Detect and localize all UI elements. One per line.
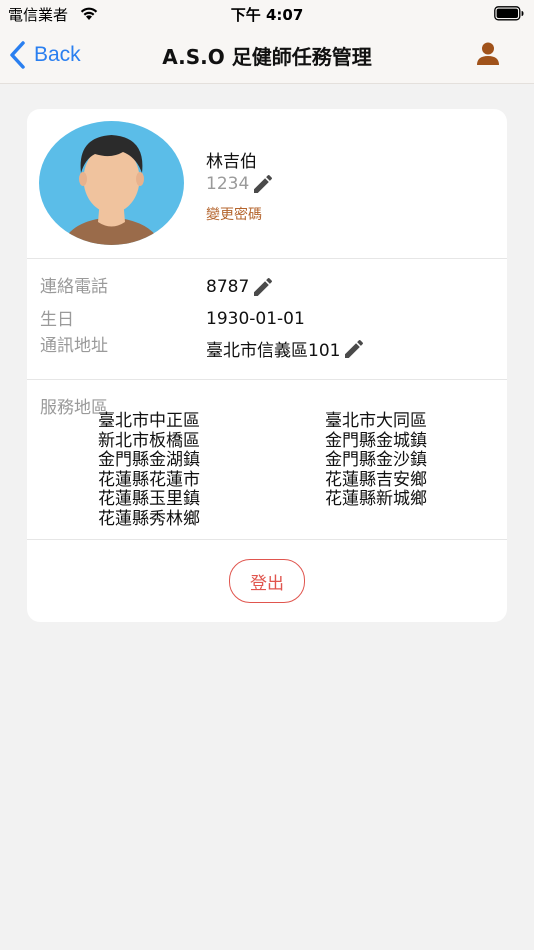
edit-phone-pencil-icon[interactable]	[251, 275, 275, 299]
battery-icon	[494, 6, 524, 21]
phone-value: 8787	[206, 277, 250, 297]
service-areas-right-list: 臺北市大同區 金門縣金城鎮 金門縣金沙鎮 花蓮縣吉安鄉 花蓮縣新城鄉	[325, 411, 427, 510]
avatar	[39, 121, 184, 245]
divider	[27, 379, 507, 380]
service-area-item: 花蓮縣新城鄉	[325, 489, 427, 509]
phone-label: 連絡電話	[40, 277, 108, 297]
logout-button[interactable]: 登出	[229, 559, 305, 603]
service-area-item: 新北市板橋區	[98, 430, 200, 451]
user-id: 1234	[206, 174, 250, 194]
page-title: A.S.O 足健師任務管理	[162, 45, 372, 69]
divider	[27, 258, 507, 259]
user-id-row: 1234	[206, 171, 275, 197]
birthday-value: 1930-01-01	[206, 309, 305, 329]
service-areas-left-list: 臺北市中正區 新北市板橋區 金門縣金湖鎮 花蓮縣花蓮市 花蓮縣玉里鎮 花蓮縣秀林…	[98, 411, 200, 529]
phone-row: 8787	[206, 275, 275, 299]
navigation-bar: Back A.S.O 足健師任務管理	[0, 28, 534, 84]
status-time: 下午 4:07	[230, 6, 304, 24]
service-area-item: 金門縣金沙鎮	[325, 450, 427, 470]
status-bar: 電信業者 下午 4:07	[0, 0, 534, 28]
profile-card: 林吉伯 1234 變更密碼 連絡電話 8787 生日 1930-01-01 通訊…	[27, 109, 507, 622]
birthday-label: 生日	[40, 310, 74, 330]
service-area-item: 花蓮縣吉安鄉	[325, 469, 427, 490]
user-name: 林吉伯	[206, 152, 257, 172]
change-password-link[interactable]: 變更密碼	[206, 204, 262, 224]
service-area-item: 花蓮縣玉里鎮	[98, 489, 200, 509]
address-label: 通訊地址	[40, 336, 108, 356]
service-area-item: 金門縣金城鎮	[325, 430, 427, 451]
user-icon[interactable]	[474, 40, 502, 68]
edit-id-pencil-icon[interactable]	[251, 172, 275, 196]
address-value: 臺北市信義區101	[206, 341, 341, 361]
service-area-item: 臺北市中正區	[98, 411, 200, 431]
service-area-item: 臺北市大同區	[325, 411, 427, 431]
service-area-item: 金門縣金湖鎮	[98, 450, 200, 470]
service-area-item: 花蓮縣花蓮市	[98, 469, 200, 490]
service-area-item: 花蓮縣秀林鄉	[98, 508, 200, 529]
divider	[27, 539, 507, 540]
edit-address-pencil-icon[interactable]	[342, 337, 366, 361]
address-row: 臺北市信義區101	[206, 336, 366, 361]
